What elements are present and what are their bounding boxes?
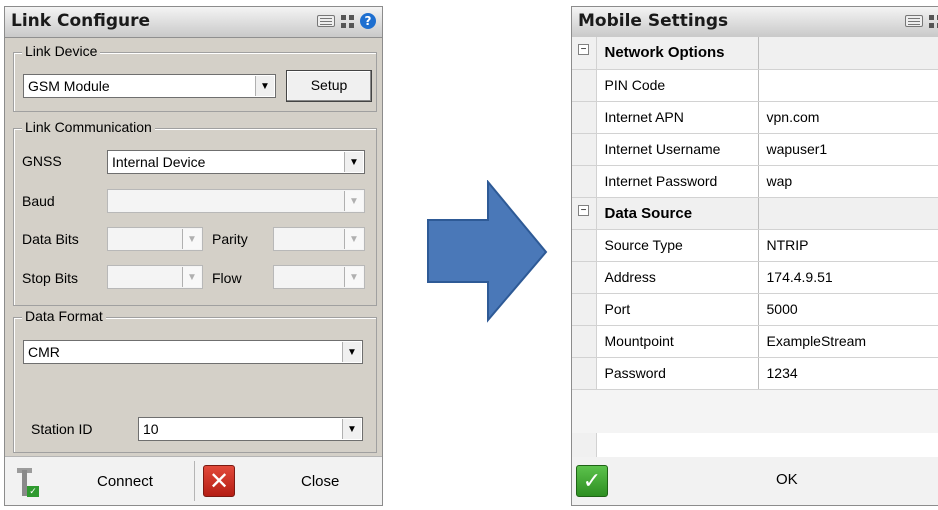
category-data-source[interactable]: − Data Source xyxy=(572,197,938,230)
flow-label: Flow xyxy=(212,270,242,286)
property-grid: − Network Options PIN Code Internet APN … xyxy=(572,37,938,390)
property-row[interactable]: Password 1234 xyxy=(572,357,938,390)
property-row[interactable]: Address 174.4.9.51 xyxy=(572,261,938,294)
grid-icon[interactable] xyxy=(341,14,354,28)
chevron-down-icon: ▼ xyxy=(344,191,363,211)
grid-icon[interactable] xyxy=(929,15,938,28)
property-grid-empty-area xyxy=(572,433,938,460)
baud-select[interactable]: ▼ xyxy=(107,189,365,213)
setup-button[interactable]: Setup xyxy=(286,70,372,102)
keyboard-icon[interactable] xyxy=(317,15,335,27)
property-name: Internet Username xyxy=(596,133,759,166)
property-row[interactable]: Port 5000 xyxy=(572,293,938,326)
chevron-down-icon[interactable]: ▼ xyxy=(344,152,363,172)
parity-select[interactable]: ▼ xyxy=(273,227,365,251)
property-row[interactable]: Mountpoint ExampleStream xyxy=(572,325,938,358)
gnss-value: Internal Device xyxy=(112,154,206,170)
property-name: Source Type xyxy=(596,229,759,262)
chevron-down-icon[interactable]: ▼ xyxy=(342,419,361,439)
link-device-select[interactable]: GSM Module ▼ xyxy=(23,74,276,98)
property-value[interactable]: wap xyxy=(758,165,938,198)
antenna-icon: ✓ xyxy=(11,464,41,498)
property-value[interactable]: NTRIP xyxy=(758,229,938,262)
close-button[interactable]: ✕ Close xyxy=(203,457,381,505)
data-bits-select[interactable]: ▼ xyxy=(107,227,203,251)
keyboard-icon[interactable] xyxy=(905,15,923,27)
station-id-value: 10 xyxy=(143,421,159,437)
chevron-down-icon: ▼ xyxy=(182,267,201,287)
collapse-icon[interactable]: − xyxy=(578,44,589,55)
window-title: Link Configure xyxy=(11,11,151,31)
station-id-select[interactable]: 10 ▼ xyxy=(138,417,363,441)
checkmark-icon: ✓ xyxy=(576,465,608,497)
mobile-settings-window: Mobile Settings − Network Options PIN Co… xyxy=(571,6,938,506)
property-value[interactable]: 5000 xyxy=(758,293,938,326)
collapse-icon[interactable]: − xyxy=(578,204,589,216)
property-name: Password xyxy=(596,357,759,390)
stop-bits-label: Stop Bits xyxy=(22,270,79,286)
property-row[interactable]: PIN Code xyxy=(572,69,938,102)
property-value[interactable]: vpn.com xyxy=(758,101,938,134)
category-label: Network Options xyxy=(596,37,759,70)
category-network-options[interactable]: − Network Options xyxy=(572,37,938,70)
property-name: Internet APN xyxy=(596,101,759,134)
property-name: PIN Code xyxy=(596,69,759,102)
window-title: Mobile Settings xyxy=(578,11,729,31)
button-divider xyxy=(194,461,195,501)
station-id-label: Station ID xyxy=(31,421,93,437)
link-device-value: GSM Module xyxy=(28,78,110,94)
property-name: Port xyxy=(596,293,759,326)
ok-button[interactable]: ✓ OK xyxy=(572,457,938,505)
property-name: Address xyxy=(596,261,759,294)
property-value[interactable]: 1234 xyxy=(758,357,938,390)
ok-label: OK xyxy=(776,471,798,488)
property-value[interactable]: 174.4.9.51 xyxy=(758,261,938,294)
property-name: Internet Password xyxy=(596,165,759,198)
category-label: Data Source xyxy=(596,197,759,230)
gnss-select[interactable]: Internal Device ▼ xyxy=(107,150,365,174)
connect-label: Connect xyxy=(97,472,153,490)
property-value[interactable] xyxy=(758,69,938,102)
close-label: Close xyxy=(301,472,340,490)
data-bits-label: Data Bits xyxy=(22,231,79,247)
stop-bits-select[interactable]: ▼ xyxy=(107,265,203,289)
baud-label: Baud xyxy=(22,193,55,209)
gnss-label: GNSS xyxy=(22,153,62,169)
property-value[interactable]: wapuser1 xyxy=(758,133,938,166)
chevron-down-icon: ▼ xyxy=(344,267,363,287)
link-device-legend: Link Device xyxy=(22,43,101,59)
right-arrow-icon xyxy=(427,180,548,323)
title-bar: Link Configure ? xyxy=(5,7,382,38)
title-bar: Mobile Settings xyxy=(572,7,938,38)
close-x-icon: ✕ xyxy=(203,465,235,497)
data-format-value: CMR xyxy=(28,344,60,360)
title-bar-icons: ? xyxy=(317,13,376,29)
bottom-button-bar: ✓ Connect ✕ Close xyxy=(5,456,382,505)
data-format-legend: Data Format xyxy=(22,308,106,324)
property-name: Mountpoint xyxy=(596,325,759,358)
chevron-down-icon[interactable]: ▼ xyxy=(342,342,361,362)
property-value[interactable]: ExampleStream xyxy=(758,325,938,358)
property-row[interactable]: Source Type NTRIP xyxy=(572,229,938,262)
flow-select[interactable]: ▼ xyxy=(273,265,365,289)
title-bar-icons xyxy=(905,15,938,28)
chevron-down-icon[interactable]: ▼ xyxy=(255,76,274,96)
property-row[interactable]: Internet Password wap xyxy=(572,165,938,198)
property-row[interactable]: Internet Username wapuser1 xyxy=(572,133,938,166)
chevron-down-icon: ▼ xyxy=(182,229,201,249)
property-row[interactable]: Internet APN vpn.com xyxy=(572,101,938,134)
link-communication-legend: Link Communication xyxy=(22,119,155,135)
help-icon[interactable]: ? xyxy=(360,13,376,29)
parity-label: Parity xyxy=(212,231,248,247)
connect-button[interactable]: ✓ Connect xyxy=(11,457,191,505)
link-configure-window: Link Configure ? Link Device GSM Module … xyxy=(4,6,383,506)
data-format-select[interactable]: CMR ▼ xyxy=(23,340,363,364)
chevron-down-icon: ▼ xyxy=(344,229,363,249)
